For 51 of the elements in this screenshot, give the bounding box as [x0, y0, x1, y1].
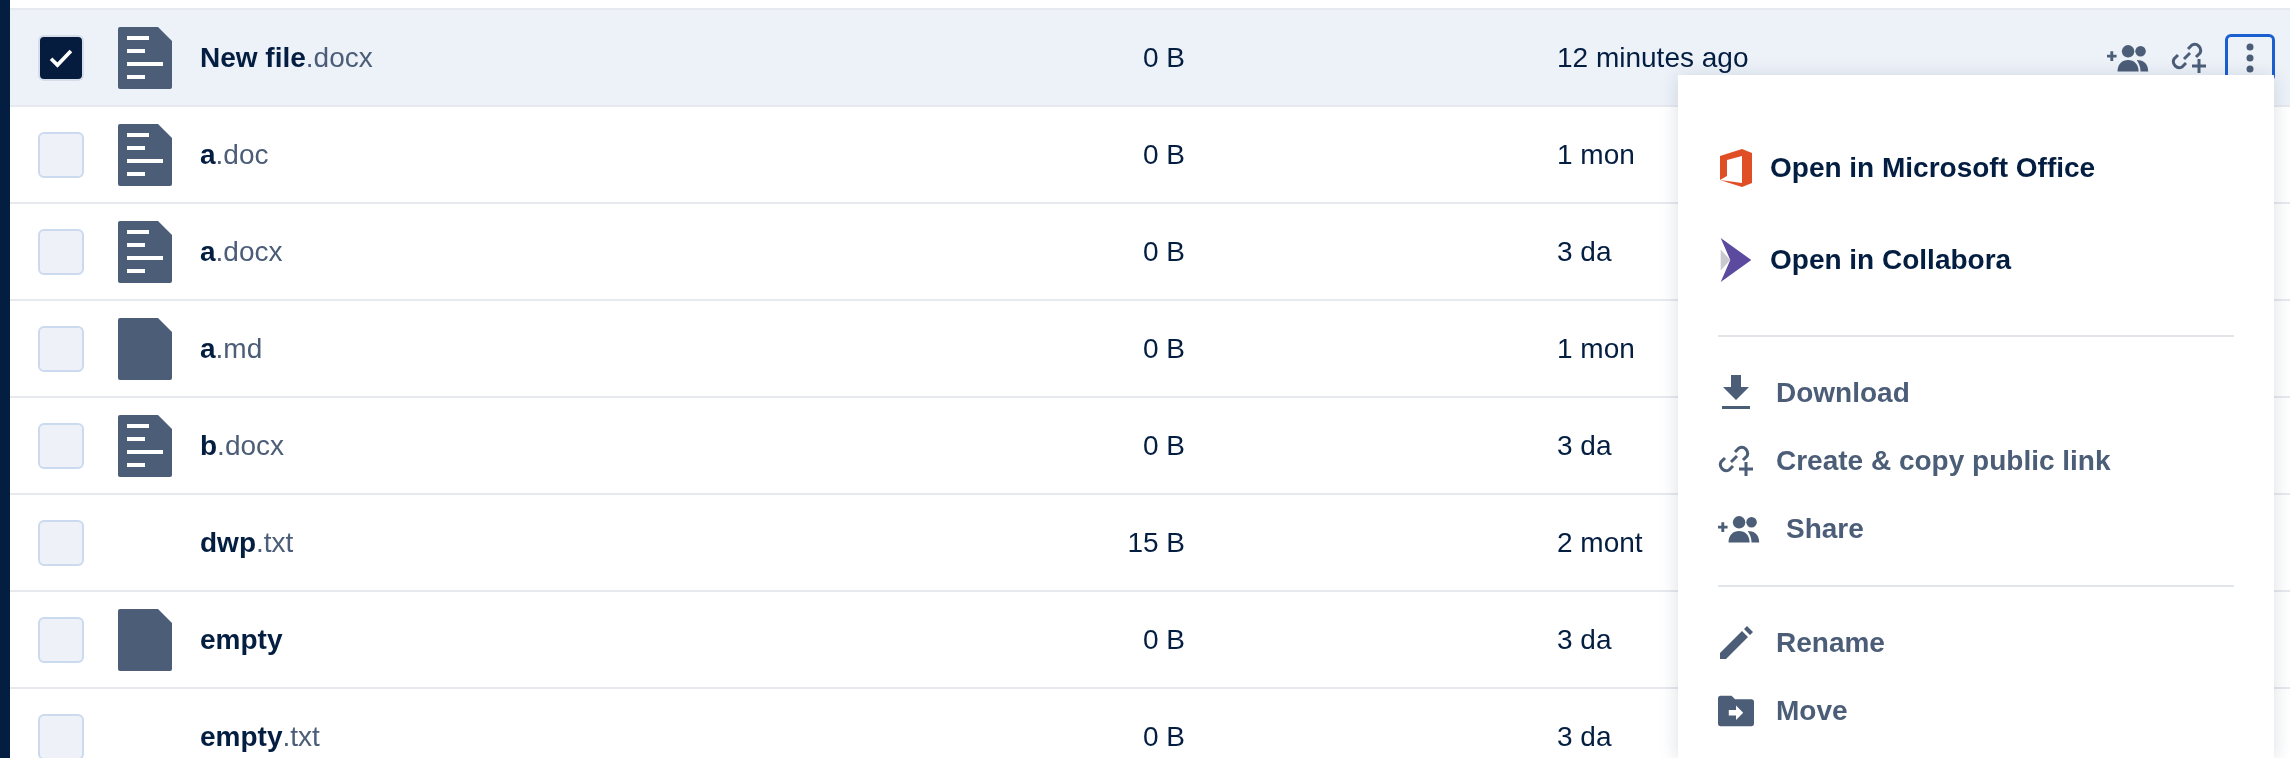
file-size: 0 B — [1141, 332, 1185, 365]
file-name[interactable]: dwp.txt — [200, 526, 294, 558]
checkbox[interactable] — [38, 228, 84, 275]
modified-date: 3 da — [1557, 623, 1612, 655]
link-add-icon[interactable] — [2171, 40, 2207, 75]
file-row[interactable]: New file.docx 0 B 12 minutes ago — [10, 10, 2290, 107]
document-icon — [118, 26, 172, 89]
menu-item[interactable]: Open in Microsoft Office — [1718, 137, 2234, 199]
menu-item[interactable]: Open in Collabora — [1718, 229, 2234, 291]
document-icon — [118, 220, 172, 283]
file-icon — [118, 317, 172, 380]
file-name[interactable]: a.docx — [200, 235, 283, 267]
checkbox[interactable] — [38, 325, 84, 372]
file-name[interactable]: a.md — [200, 332, 263, 364]
file-name[interactable]: empty.txt — [200, 720, 320, 752]
checkbox[interactable] — [38, 34, 84, 81]
link-add-icon — [1718, 443, 1754, 479]
pencil-icon — [1718, 625, 1754, 661]
checkbox[interactable] — [38, 519, 84, 566]
kebab-icon — [2246, 42, 2254, 73]
menu-item[interactable]: Share — [1718, 495, 2234, 563]
menu-item[interactable]: Create & copy public link — [1718, 427, 2234, 495]
modified-date: 12 minutes ago — [1557, 41, 1749, 73]
modified-date: 3 da — [1557, 429, 1612, 461]
modified-date: 3 da — [1557, 235, 1612, 267]
checkbox[interactable] — [38, 616, 84, 663]
file-icon — [118, 608, 172, 671]
file-name[interactable]: b.docx — [200, 429, 285, 461]
modified-date: 3 da — [1557, 720, 1612, 752]
modified-date: 2 mont — [1557, 526, 1643, 558]
file-name[interactable]: empty — [200, 623, 283, 655]
checkbox[interactable] — [38, 422, 84, 469]
file-size: 0 B — [1141, 138, 1185, 171]
folder-arrow-icon — [1718, 693, 1754, 729]
document-icon — [118, 123, 172, 186]
file-size: 0 B — [1141, 235, 1185, 268]
office-icon — [1718, 146, 1754, 190]
checkbox[interactable] — [38, 713, 84, 758]
file-size: 0 B — [1141, 623, 1185, 656]
file-size: 0 B — [1141, 720, 1185, 753]
modified-date: 1 mon — [1557, 332, 1635, 364]
file-size: 15 B — [1126, 526, 1185, 559]
checkbox[interactable] — [38, 131, 84, 178]
file-size: 0 B — [1141, 429, 1185, 462]
file-name[interactable]: New file.docx — [200, 41, 373, 73]
collabora-icon — [1718, 238, 1754, 282]
menu-item[interactable]: Rename — [1718, 609, 2234, 677]
file-size: 0 B — [1141, 41, 1185, 74]
document-icon — [118, 414, 172, 477]
file-name[interactable]: a.doc — [200, 138, 269, 170]
modified-date: 1 mon — [1557, 138, 1635, 170]
